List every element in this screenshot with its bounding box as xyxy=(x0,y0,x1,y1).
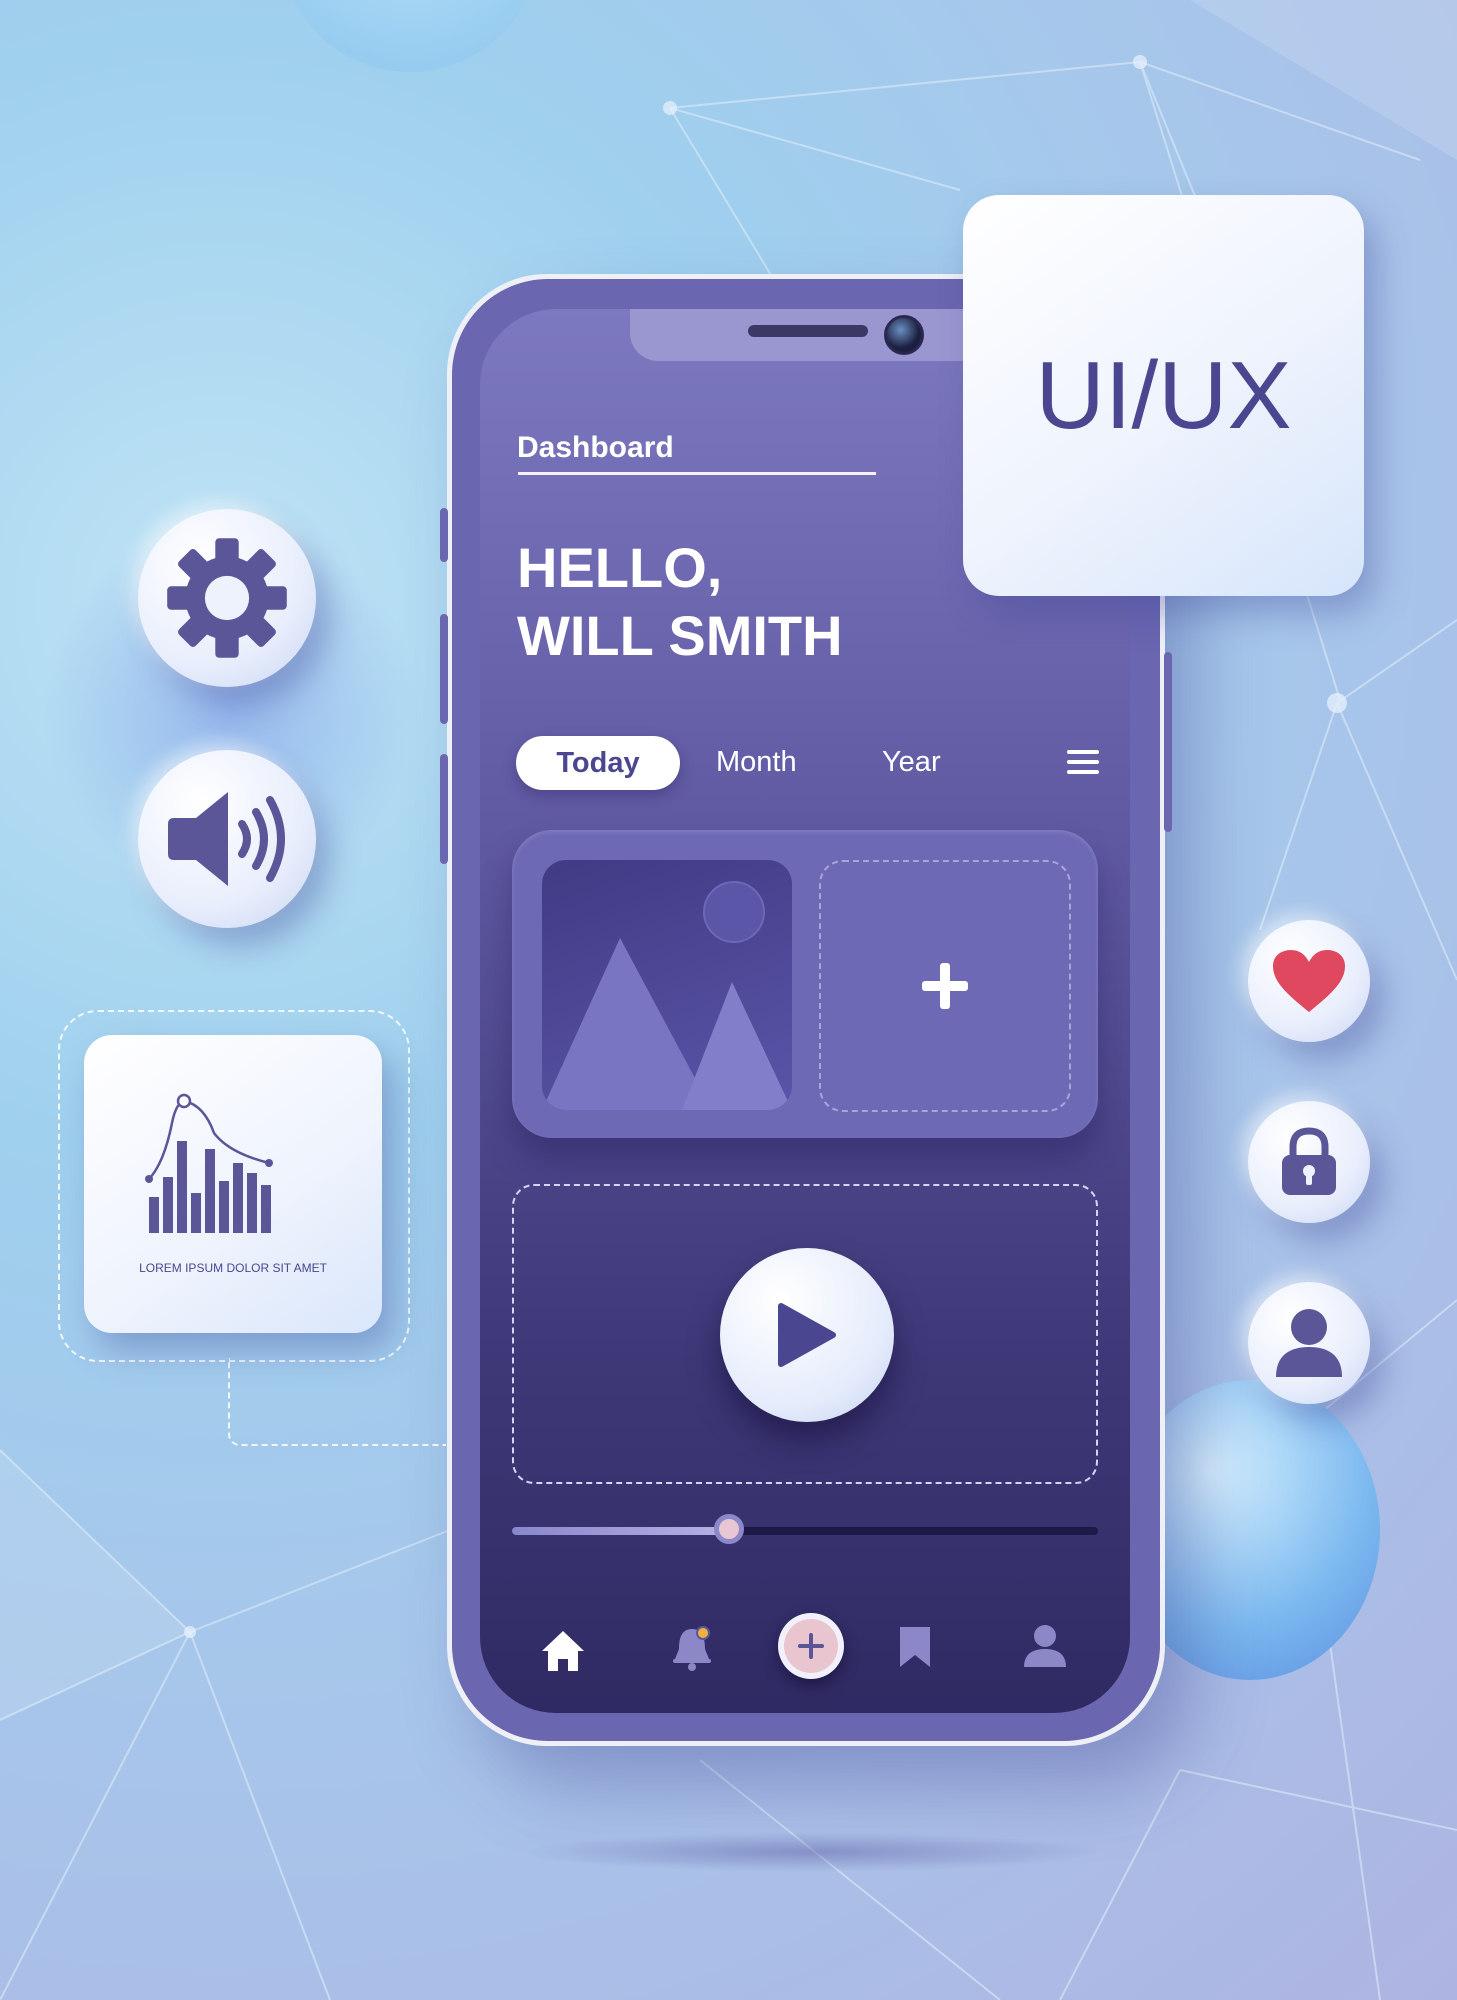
sound-button[interactable] xyxy=(138,750,316,928)
bell-icon[interactable] xyxy=(667,1623,717,1673)
stat-card-caption: LOREM IPSUM DOLOR SIT AMET xyxy=(139,1261,327,1275)
add-image-slot[interactable] xyxy=(819,860,1071,1112)
lock-button[interactable] xyxy=(1248,1101,1370,1223)
uiux-badge-text: UI/UX xyxy=(1035,341,1292,449)
speaker-icon xyxy=(168,792,285,886)
profile-button[interactable] xyxy=(1248,1282,1370,1404)
image-thumbnail[interactable] xyxy=(542,860,792,1110)
phone-notch xyxy=(630,309,990,361)
uiux-badge: UI/UX xyxy=(963,195,1364,596)
play-icon xyxy=(778,1303,836,1367)
user-icon xyxy=(1276,1309,1342,1377)
image-placeholder-icon xyxy=(542,881,792,1110)
bar-chart-icon xyxy=(145,1093,273,1233)
phone-side-button xyxy=(440,614,448,724)
user-icon[interactable] xyxy=(1022,1623,1068,1669)
play-button[interactable] xyxy=(720,1248,894,1422)
lock-icon xyxy=(1282,1127,1336,1195)
tab-year[interactable]: Year xyxy=(882,746,941,779)
gear-icon xyxy=(167,538,287,658)
settings-button[interactable] xyxy=(138,509,316,687)
phone-side-button xyxy=(1164,652,1172,832)
period-tabs: Today Month Year xyxy=(480,736,1130,796)
bottom-nav xyxy=(480,1609,1130,1689)
title-underline xyxy=(518,472,876,475)
favorite-button[interactable] xyxy=(1248,920,1370,1042)
tab-month[interactable]: Month xyxy=(716,746,797,779)
greeting-line-2: WILL SMITH xyxy=(517,604,843,667)
plus-icon xyxy=(922,963,968,1009)
video-player-area xyxy=(512,1184,1098,1484)
media-card xyxy=(512,830,1098,1138)
menu-icon[interactable] xyxy=(1067,750,1099,776)
page-title: Dashboard xyxy=(517,431,674,464)
home-icon[interactable] xyxy=(540,1629,586,1673)
tab-today-label: Today xyxy=(556,746,640,779)
phone-side-button xyxy=(440,754,448,864)
tab-today[interactable]: Today xyxy=(516,736,680,790)
add-button-inner xyxy=(784,1619,838,1673)
bookmark-icon[interactable] xyxy=(898,1625,932,1669)
phone-side-button xyxy=(440,508,448,562)
media-progress-thumb[interactable] xyxy=(713,1514,744,1544)
connector-line xyxy=(228,1358,446,1446)
phone-floor-shadow xyxy=(520,1832,1100,1872)
add-button[interactable] xyxy=(778,1613,844,1679)
media-progress-fill xyxy=(512,1527,729,1535)
front-camera xyxy=(884,315,924,355)
media-progress-track[interactable] xyxy=(512,1514,1098,1544)
heart-icon xyxy=(1273,950,1345,1012)
plus-icon xyxy=(798,1633,824,1659)
greeting-line-1: HELLO, xyxy=(517,536,723,599)
stat-card[interactable]: LOREM IPSUM DOLOR SIT AMET xyxy=(84,1035,382,1333)
speaker-grille xyxy=(748,325,868,337)
